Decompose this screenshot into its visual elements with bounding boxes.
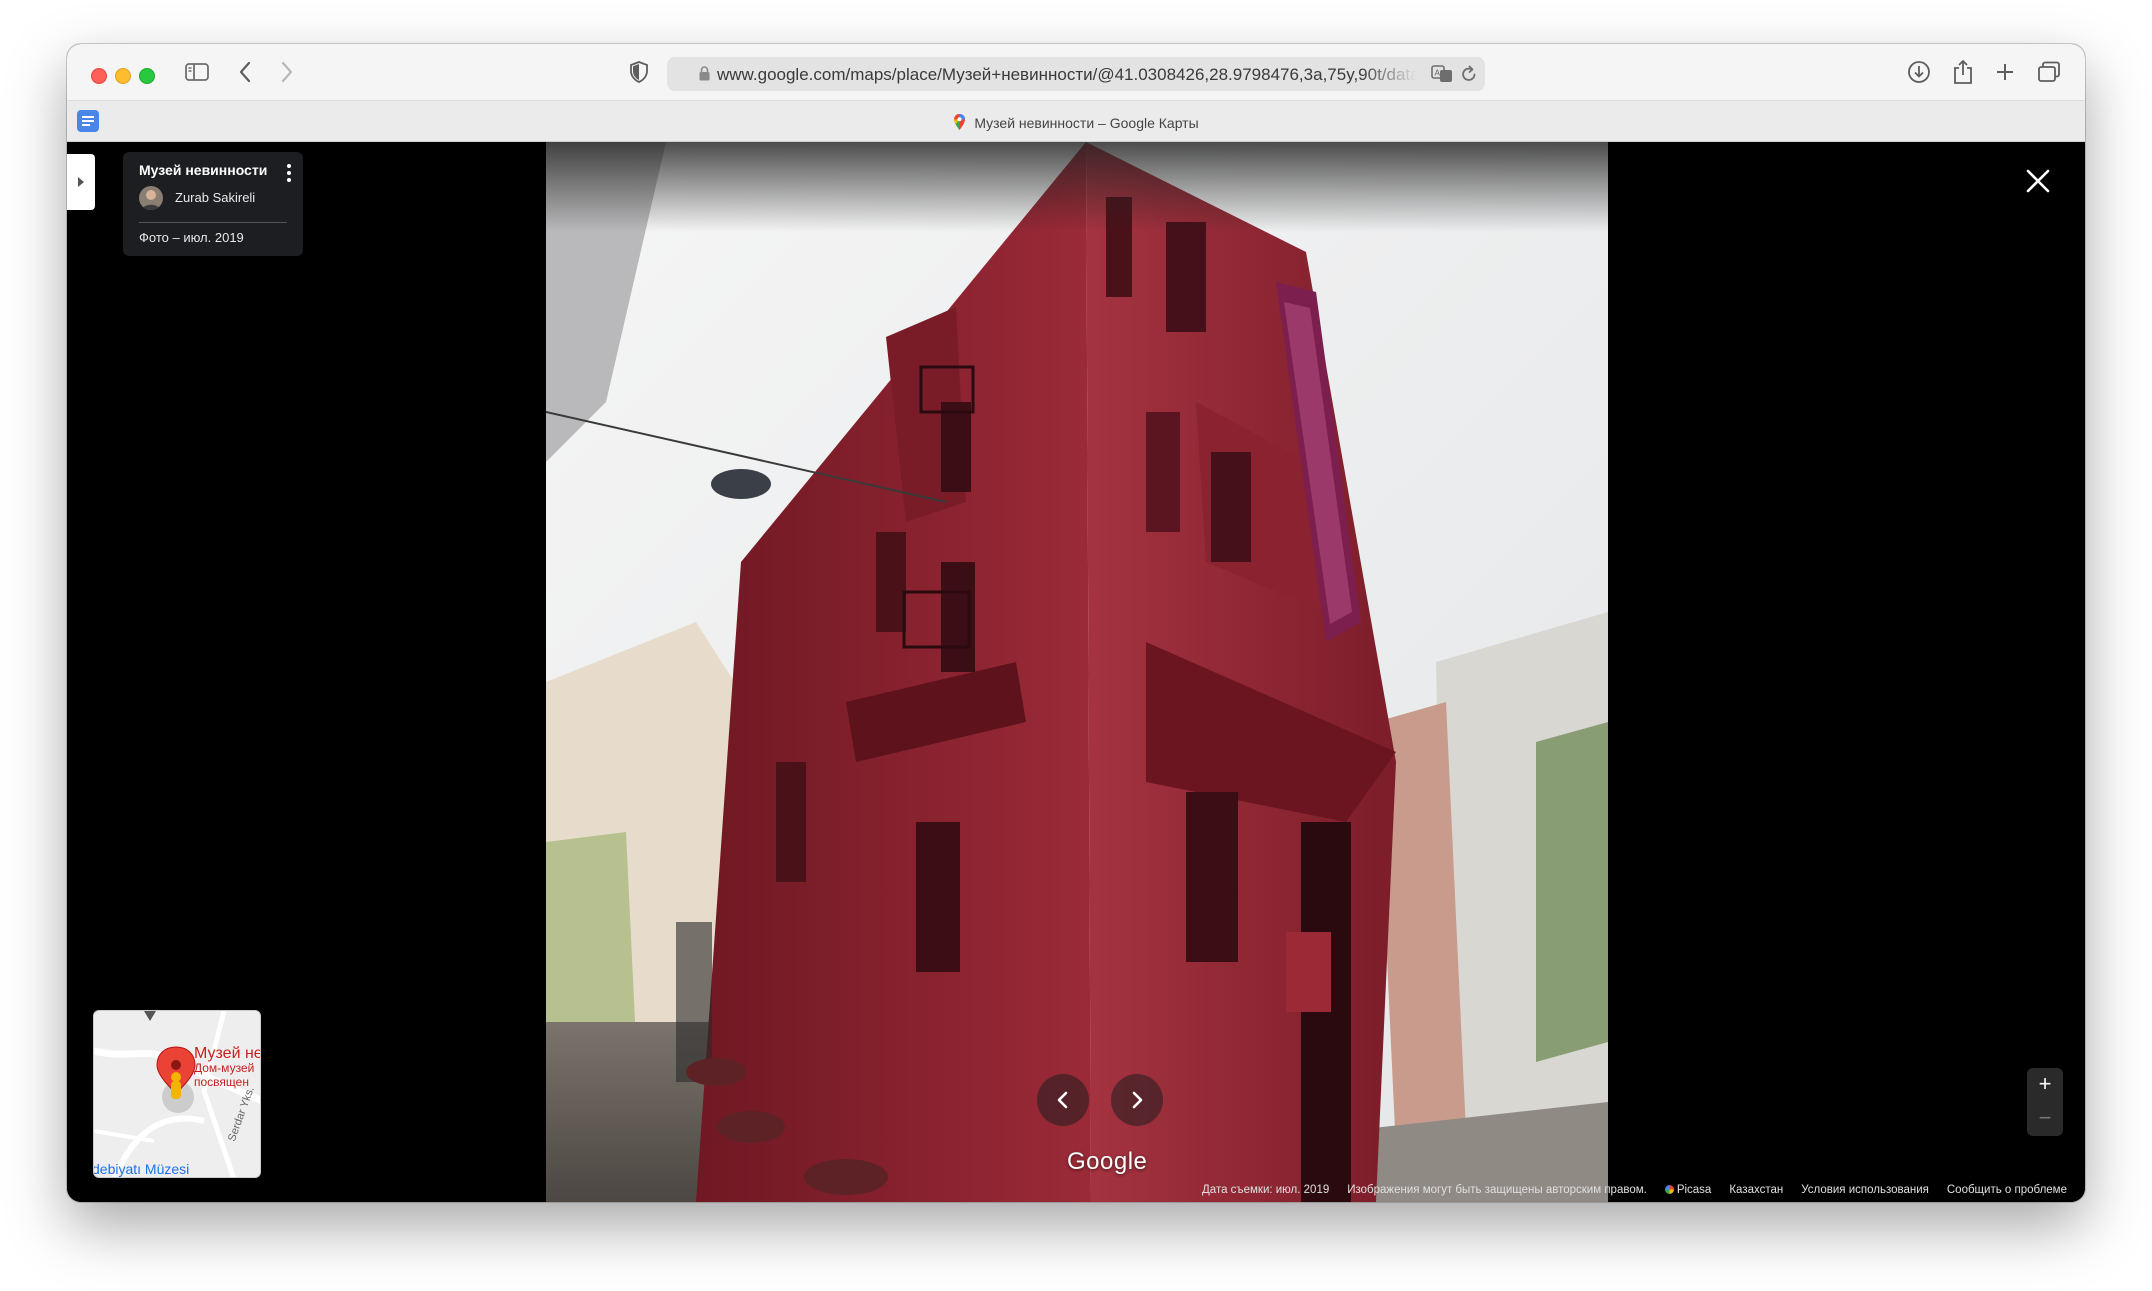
tab-overview-icon[interactable] (2033, 56, 2065, 88)
browser-toolbar: www.google.com/maps/place/Музей+невиннос… (67, 44, 2085, 100)
author-name[interactable]: Zurab Sakireli (175, 190, 255, 205)
report-problem-link[interactable]: Сообщить о проблеме (1947, 1184, 2067, 1196)
downloads-icon[interactable] (1903, 56, 1935, 88)
terms-link[interactable]: Условия использования (1801, 1184, 1929, 1196)
info-divider (139, 222, 287, 223)
url-text: www.google.com/maps/place/Музей+невиннос… (717, 65, 1417, 84)
side-panel-toggle-button[interactable] (67, 154, 95, 210)
zoom-out-button[interactable]: − (2027, 1102, 2063, 1136)
region-link[interactable]: Казахстан (1729, 1184, 1783, 1196)
browser-window: www.google.com/maps/place/Музей+невиннос… (67, 44, 2085, 1202)
reload-icon[interactable] (1461, 65, 1477, 88)
translate-icon[interactable]: A (1431, 64, 1453, 89)
chevron-right-icon (1132, 1091, 1143, 1109)
privacy-shield-icon[interactable] (623, 56, 655, 88)
chevron-left-icon (1057, 1091, 1068, 1109)
forward-arrow-icon[interactable] (271, 56, 303, 88)
photo-info-card: Музей невинности Zurab Sakireli Фото – и… (123, 152, 303, 256)
attribution-footer: Дата съемки: июл. 2019 Изображения могут… (1202, 1182, 2067, 1198)
window-close-button[interactable] (91, 68, 107, 84)
google-logo: Google (1067, 1148, 1148, 1175)
new-tab-plus-icon[interactable] (1989, 56, 2021, 88)
place-title[interactable]: Музей невинности (139, 162, 287, 178)
google-maps-pin-icon (953, 113, 966, 134)
next-photo-button[interactable] (1111, 1074, 1163, 1126)
share-icon[interactable] (1947, 56, 1979, 88)
zoom-in-button[interactable]: + (2027, 1068, 2063, 1102)
address-bar[interactable]: www.google.com/maps/place/Музей+невиннос… (667, 57, 1485, 91)
sidebar-toggle-icon[interactable] (181, 56, 213, 88)
caret-right-icon (78, 177, 84, 187)
close-icon[interactable] (2025, 168, 2051, 194)
svg-text:A: A (1435, 69, 1441, 78)
copyright-notice: Изображения могут быть защищены авторски… (1347, 1184, 1647, 1196)
street-photo[interactable] (546, 142, 1608, 1202)
minimap-street-label: debiyatı Müzesi (93, 1161, 190, 1177)
lock-icon (699, 66, 710, 86)
tab-active[interactable]: Музей невинности – Google Карты (67, 113, 2085, 134)
maps-photo-viewer: Музей невинности Zurab Sakireli Фото – и… (67, 142, 2085, 1202)
minimap-place-label: Музей не Дом-музей посвящен (194, 1045, 261, 1090)
author-avatar[interactable] (139, 186, 163, 210)
building-photo-image (546, 142, 1608, 1202)
more-options-icon[interactable] (287, 164, 293, 185)
picasa-link[interactable]: Picasa (1664, 1184, 1711, 1196)
photo-date: Фото – июл. 2019 (139, 230, 244, 245)
capture-date: Дата съемки: июл. 2019 (1202, 1184, 1330, 1196)
previous-photo-button[interactable] (1037, 1074, 1089, 1126)
tab-title-text: Музей невинности – Google Карты (974, 115, 1199, 131)
tab-bar: Музей невинности – Google Карты (67, 100, 2085, 142)
minimap-thumbnail[interactable]: Музей не Дом-музей посвящен debiyatı Müz… (93, 1010, 261, 1178)
back-arrow-icon[interactable] (229, 56, 261, 88)
window-minimize-button[interactable] (115, 68, 131, 84)
window-zoom-button[interactable] (139, 68, 155, 84)
zoom-control: + − (2027, 1068, 2063, 1136)
picasa-icon (1664, 1185, 1674, 1194)
